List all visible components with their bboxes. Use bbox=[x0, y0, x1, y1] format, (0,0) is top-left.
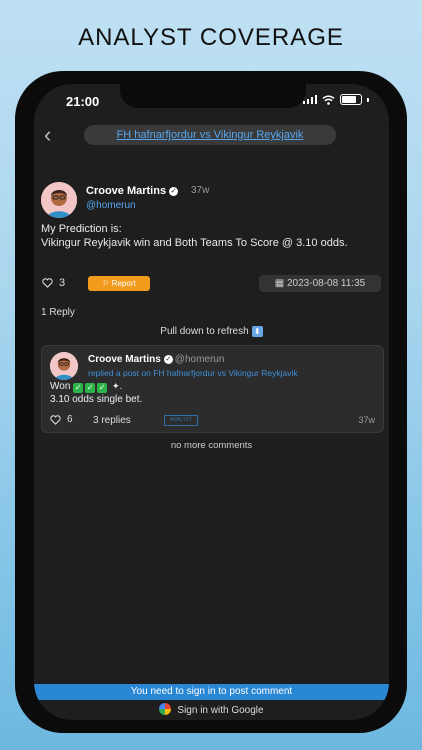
post-body-line: My Prediction is: bbox=[41, 223, 122, 235]
comment-body: Won ✓ ✓ ✓ ✦. 3.10 odds single bet. bbox=[50, 381, 143, 405]
post-body: My Prediction is: Vikingur Reykjavik win… bbox=[41, 222, 381, 250]
like-count: 3 bbox=[59, 277, 66, 289]
heart-icon bbox=[50, 414, 61, 425]
post-age: 37w bbox=[191, 185, 210, 196]
post-author[interactable]: Croove Martins ✓ bbox=[86, 185, 179, 197]
avatar[interactable] bbox=[41, 182, 77, 218]
comment-like-button[interactable]: 6 bbox=[50, 414, 73, 425]
avatar[interactable] bbox=[50, 352, 78, 380]
reply-count: 1 Reply bbox=[41, 307, 75, 318]
flag-icon: ⚐ bbox=[102, 279, 110, 288]
back-button[interactable]: ‹ bbox=[44, 124, 51, 146]
comment-like-count: 6 bbox=[67, 414, 73, 425]
replied-link[interactable]: replied a post on FH hafnarfjordur vs Vi… bbox=[88, 368, 298, 378]
wifi-icon bbox=[322, 95, 335, 105]
battery-icon bbox=[340, 94, 362, 105]
verified-icon: ✓ bbox=[169, 187, 179, 196]
report-button[interactable]: ⚐ Report bbox=[88, 276, 150, 291]
status-icons bbox=[303, 94, 369, 105]
check-icon: ✓ bbox=[85, 383, 96, 393]
post-date: ▦ 2023-08-08 11:35 bbox=[259, 275, 381, 292]
notch bbox=[120, 84, 306, 108]
like-button[interactable]: 3 bbox=[42, 277, 65, 289]
comment-card[interactable]: Croove Martins ✓ @homerun replied a post o… bbox=[41, 345, 384, 433]
google-signin-button[interactable]: Sign in with Google bbox=[34, 703, 389, 716]
headline: ANALYST COVERAGE bbox=[78, 24, 344, 51]
signin-prompt-bar[interactable]: You need to sign in to post comment bbox=[34, 684, 389, 700]
signal-icon bbox=[303, 95, 317, 104]
match-title-link[interactable]: FH hafnarfjordur vs Vikingur Reykjavik bbox=[84, 125, 336, 145]
post-body-line: Vikingur Reykjavik win and Both Teams To… bbox=[41, 237, 348, 249]
party-icon: ✦ bbox=[111, 381, 120, 391]
comment-replies-button[interactable]: 3 replies bbox=[93, 415, 131, 426]
status-time: 21:00 bbox=[66, 94, 100, 109]
calendar-icon: ▦ bbox=[274, 278, 285, 289]
comment-author[interactable]: Croove Martins ✓ @homerun bbox=[88, 354, 224, 365]
post-handle[interactable]: @homerun bbox=[86, 200, 136, 211]
analyst-badge: ANALYST bbox=[164, 415, 198, 426]
pull-to-refresh-hint: Pull down to refresh ⬇ bbox=[34, 326, 389, 337]
check-icon: ✓ bbox=[73, 383, 84, 393]
down-arrow-icon: ⬇ bbox=[251, 326, 263, 337]
google-icon bbox=[159, 703, 172, 715]
no-more-comments: no more comments bbox=[170, 440, 253, 451]
comment-age: 37w bbox=[358, 415, 375, 425]
heart-icon bbox=[42, 278, 53, 288]
comment-handle: @homerun bbox=[174, 354, 225, 365]
verified-icon: ✓ bbox=[163, 355, 173, 364]
check-icon: ✓ bbox=[97, 383, 108, 393]
app-screen: 21:00 ‹ FH hafnarfjordur vs Vikingur Rey… bbox=[34, 84, 389, 720]
